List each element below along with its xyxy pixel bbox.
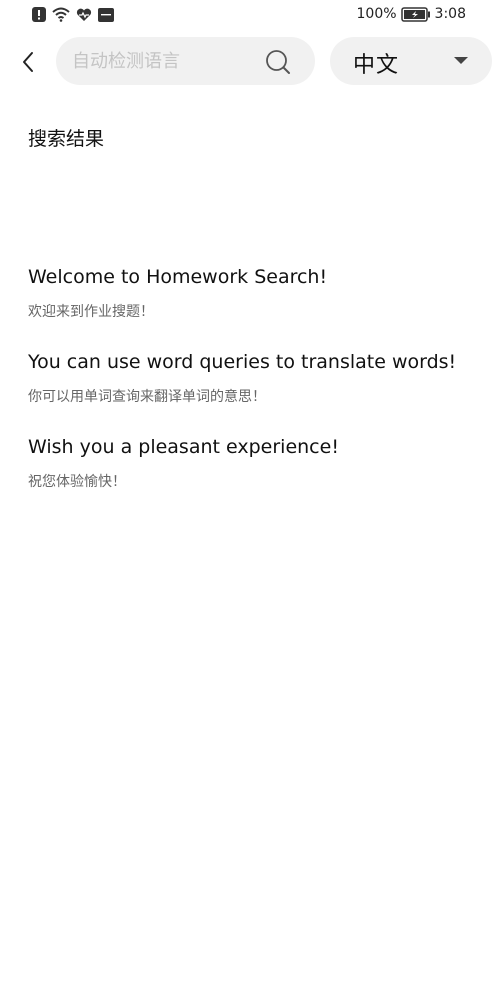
back-button[interactable]	[14, 48, 42, 76]
alert-icon	[32, 7, 46, 22]
search-box[interactable]	[56, 37, 315, 85]
status-bar: 100% 3:08	[0, 0, 500, 32]
clock: 3:08	[434, 6, 466, 22]
heart-icon	[76, 8, 92, 22]
list-item: Welcome to Homework Search! 欢迎来到作业搜题！	[28, 262, 488, 323]
list-item: Wish you a pleasant experience! 祝您体验愉快！	[28, 432, 488, 493]
chevron-down-icon	[454, 57, 468, 64]
tips-list: Welcome to Homework Search! 欢迎来到作业搜题！ Yo…	[28, 262, 488, 517]
nfc-icon	[98, 7, 114, 22]
battery-percent: 100%	[356, 6, 397, 22]
language-select-value: 中文	[353, 53, 400, 78]
tip-chinese: 欢迎来到作业搜题！	[28, 304, 154, 320]
tip-english: Wish you a pleasant experience!	[28, 436, 339, 458]
list-item: You can use word queries to translate wo…	[28, 347, 488, 408]
page-title: 搜索结果	[28, 128, 105, 150]
status-icons-left	[32, 7, 114, 22]
battery-icon	[400, 6, 431, 22]
search-input[interactable]	[72, 37, 252, 85]
status-icons-right: 100% 3:08	[357, 6, 466, 22]
tip-english: You can use word queries to translate wo…	[28, 351, 457, 373]
language-select[interactable]: 中文	[330, 37, 492, 85]
tip-english: Welcome to Homework Search!	[28, 266, 328, 288]
top-bar: 中文	[0, 36, 500, 88]
wifi-icon	[52, 7, 70, 22]
back-arrow-icon	[23, 52, 33, 72]
tip-chinese: 你可以用单词查询来翻译单词的意思！	[28, 389, 266, 405]
tip-chinese: 祝您体验愉快！	[28, 474, 126, 490]
search-icon[interactable]	[265, 49, 291, 75]
